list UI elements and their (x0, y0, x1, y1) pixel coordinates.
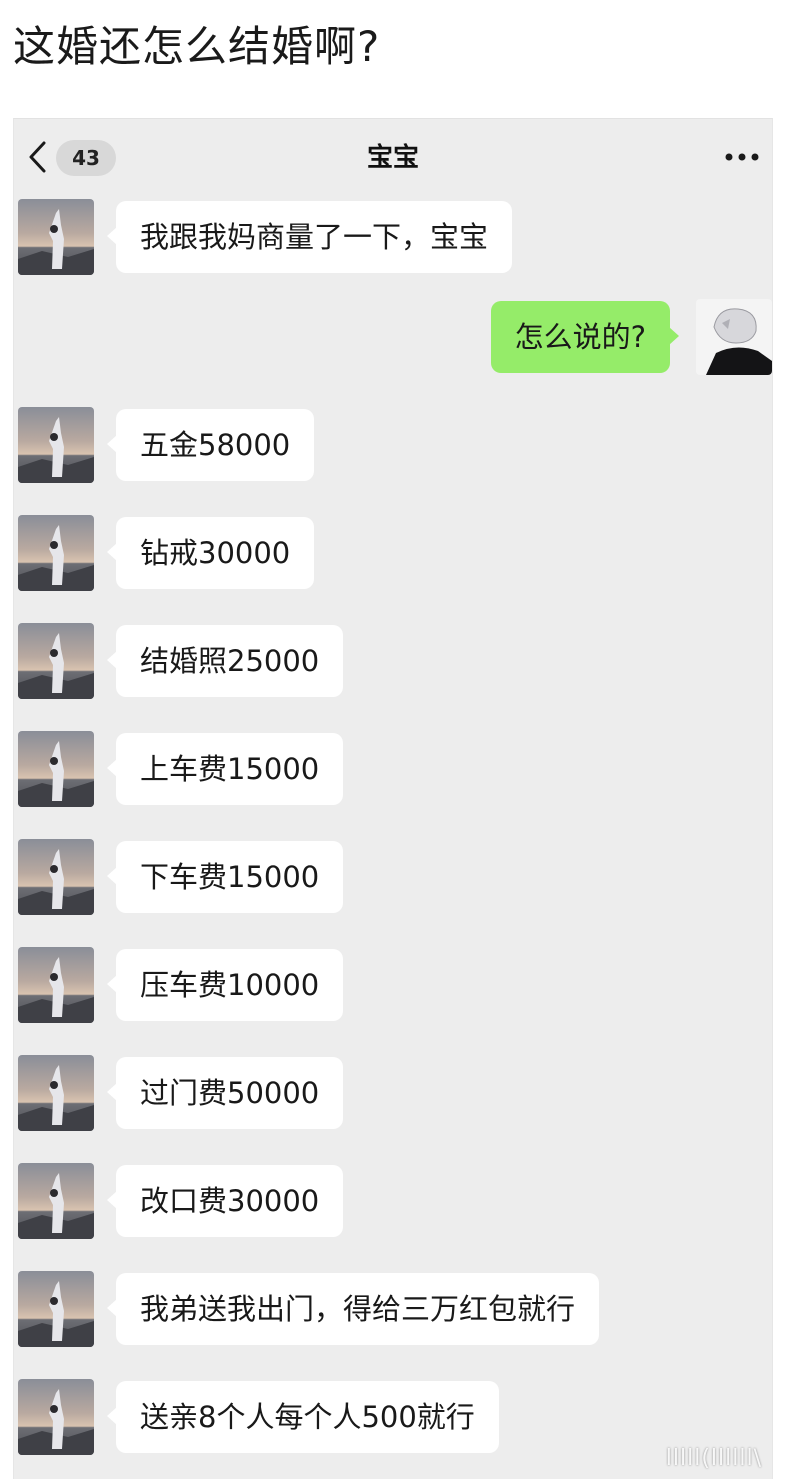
message-bubble[interactable]: 我弟送我出门，得给三万红包就行 (106, 1273, 600, 1345)
incoming-message: 下车费15000 (14, 839, 772, 915)
chat-nav-bar: 43 宝宝 (14, 119, 772, 197)
message-bubble[interactable]: 钻戒30000 (106, 517, 315, 589)
incoming-message: 压车费10000 (14, 947, 772, 1023)
incoming-message: 我弟送我出门，得给三万红包就行 (14, 1271, 772, 1347)
incoming-message: 钻戒30000 (14, 515, 772, 591)
chat-contact-name: 宝宝 (366, 143, 419, 173)
message-bubble[interactable]: 怎么说的? (490, 301, 680, 373)
contact-avatar[interactable] (18, 1163, 94, 1239)
incoming-message: 结婚照25000 (14, 623, 772, 699)
message-bubble[interactable]: 送亲8个人每个人500就行 (107, 1381, 499, 1453)
contact-avatar[interactable] (18, 623, 94, 699)
message-bubble[interactable]: 压车费10000 (106, 949, 344, 1021)
contact-avatar[interactable] (18, 947, 94, 1023)
message-bubble[interactable]: 过门费50000 (106, 1057, 344, 1129)
incoming-message: 过门费50000 (14, 1055, 772, 1131)
more-horizontal-icon[interactable] (722, 147, 762, 167)
incoming-message: 五金58000 (14, 407, 772, 483)
post-title: 这婚还怎么结婚啊? (13, 22, 381, 71)
watermark-text: lllll(llllll\ (665, 1446, 762, 1471)
incoming-message: 送亲8个人每个人500就行 (14, 1379, 772, 1455)
message-bubble[interactable]: 结婚照25000 (106, 625, 344, 697)
incoming-message: 改口费30000 (14, 1163, 772, 1239)
self-avatar[interactable] (696, 299, 772, 375)
contact-avatar[interactable] (18, 1271, 94, 1347)
contact-avatar[interactable] (18, 1379, 94, 1455)
chat-screenshot: 43 宝宝 我跟我妈商量了一下，宝宝怎么说的? 五金58000 钻戒30000 结婚照… (13, 118, 773, 1479)
message-bubble[interactable]: 下车费15000 (106, 841, 344, 913)
message-bubble[interactable]: 上车费15000 (106, 733, 344, 805)
incoming-message: 上车费15000 (14, 731, 772, 807)
contact-avatar[interactable] (18, 199, 94, 275)
outgoing-message: 怎么说的? (14, 299, 772, 375)
contact-avatar[interactable] (18, 731, 94, 807)
incoming-message: 我跟我妈商量了一下，宝宝 (14, 199, 772, 275)
message-bubble[interactable]: 我跟我妈商量了一下，宝宝 (106, 201, 513, 273)
contact-avatar[interactable] (18, 407, 94, 483)
message-bubble[interactable]: 改口费30000 (106, 1165, 344, 1237)
contact-avatar[interactable] (18, 1055, 94, 1131)
contact-avatar[interactable] (18, 839, 94, 915)
contact-avatar[interactable] (18, 515, 94, 591)
message-bubble[interactable]: 五金58000 (106, 409, 315, 481)
